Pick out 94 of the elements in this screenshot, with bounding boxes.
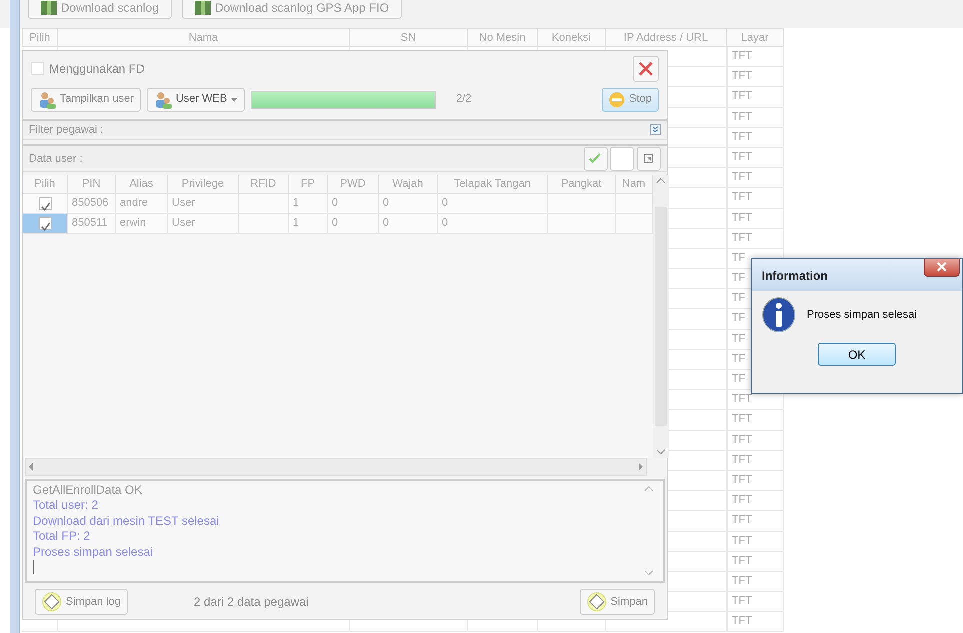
- table-cell: TFT: [727, 430, 784, 451]
- table-cell: TFT: [727, 67, 784, 88]
- table-cell: 0: [328, 214, 379, 234]
- table-cell: User: [168, 194, 239, 214]
- column-header: IP Address / URL: [606, 28, 727, 47]
- column-header: Layar: [727, 28, 784, 47]
- vertical-scrollbar[interactable]: [653, 175, 669, 458]
- user-web-dropdown[interactable]: User WEB: [146, 88, 246, 112]
- table-cell: TFT: [727, 108, 784, 128]
- expand-icon: [650, 124, 661, 136]
- progress-reading: 2/2: [456, 92, 473, 108]
- checkbox[interactable]: [38, 216, 52, 230]
- caret-icon: [231, 98, 238, 102]
- log-line: GetAllEnrollData OK: [33, 482, 144, 498]
- column-header: FP: [289, 175, 328, 194]
- table-cell: 0: [438, 194, 548, 214]
- table-cell: TFT: [727, 47, 784, 68]
- table-cell: TFT: [727, 168, 784, 188]
- table-cell: erwin: [116, 214, 168, 234]
- uncheck-all-button[interactable]: [610, 146, 634, 171]
- toolbar-button[interactable]: Download scanlog: [28, 0, 172, 19]
- table-cell: TFT: [727, 188, 784, 208]
- table-cell: 1: [289, 194, 328, 214]
- table-cell: TFT: [727, 470, 784, 492]
- table-cell: 0: [379, 214, 438, 234]
- table-cell: 850511: [68, 214, 116, 234]
- log-line: Proses simpan selesai: [33, 544, 154, 560]
- column-header: Telapak Tangan: [438, 175, 548, 194]
- table-cell: TFT: [727, 532, 784, 552]
- table-cell: User: [168, 214, 239, 234]
- data-user-label: Data user :: [29, 152, 83, 167]
- scroll-right-icon: [636, 462, 646, 472]
- column-header: Nama: [58, 28, 350, 47]
- floppy-icon: [42, 592, 62, 612]
- check-all-button[interactable]: [584, 146, 608, 171]
- close-icon: [638, 60, 654, 77]
- checkbox-label: Menggunakan FD: [50, 60, 145, 78]
- table-cell: TFT: [727, 228, 784, 249]
- text-cursor: [33, 560, 34, 574]
- column-header: PIN: [68, 175, 116, 194]
- checkbox[interactable]: [38, 196, 52, 210]
- log-line: Total user: 2: [33, 498, 100, 514]
- table-cell: TFT: [727, 450, 784, 471]
- check-icon: [40, 201, 50, 212]
- log-area[interactable]: GetAllEnrollData OK Total user: 2 Download dari mesin TEST selesai Total FP: 2 Proses simpan selesai: [25, 478, 665, 584]
- users-icon: [154, 90, 172, 109]
- download-icon: [195, 1, 212, 15]
- table-cell: TFT: [727, 148, 784, 168]
- column-header: PWD: [328, 175, 379, 194]
- table-cell: TFT: [727, 572, 784, 592]
- table-cell: TFT: [727, 612, 784, 632]
- filter-label: Filter pegawai :: [29, 122, 104, 138]
- table-cell: TFT: [727, 592, 784, 612]
- log-line: Download dari mesin TEST selesai: [33, 514, 220, 530]
- table-cell: TFT: [727, 208, 784, 229]
- dialog-message: Proses simpan selesai: [807, 308, 918, 323]
- table-cell: 0: [379, 194, 438, 214]
- close-button[interactable]: [924, 259, 960, 277]
- column-header: Nam: [616, 175, 653, 194]
- table-cell: 0: [328, 194, 379, 214]
- column-header: Pangkat: [548, 175, 616, 194]
- column-header: Privilege: [168, 175, 239, 194]
- table-cell: TFT: [727, 511, 784, 532]
- column-header: Koneksi: [538, 28, 606, 47]
- table-cell: TFT: [727, 552, 784, 572]
- invert-button[interactable]: [637, 146, 661, 171]
- table-cell: andre: [116, 194, 168, 214]
- table-cell: 850506: [68, 194, 116, 214]
- users-icon: [38, 90, 56, 109]
- column-header: Pilih: [22, 28, 58, 47]
- table-cell: 1: [289, 214, 328, 234]
- floppy-icon: [586, 592, 607, 612]
- ok-button[interactable]: OK: [818, 343, 896, 366]
- log-line: Total FP: 2: [33, 529, 92, 545]
- column-header: Pilih: [23, 175, 68, 194]
- table-cell: TFT: [727, 128, 784, 148]
- toolbar-button[interactable]: Download scanlog GPS App FIO: [182, 0, 402, 19]
- table-cell: TFT: [727, 491, 784, 512]
- table-cell: 0: [438, 214, 548, 234]
- stop-icon: [609, 92, 626, 108]
- table-cell: TFT: [727, 87, 784, 108]
- column-header: No Mesin: [468, 28, 538, 47]
- record-count: 2 dari 2 data pegawai: [194, 594, 310, 612]
- check-icon: [40, 221, 50, 232]
- column-header: RFID: [239, 175, 289, 194]
- download-icon: [41, 1, 57, 15]
- close-icon: [937, 262, 947, 272]
- table-cell: TFT: [727, 410, 784, 431]
- stop-button[interactable]: Stop: [602, 88, 659, 112]
- column-header: Wajah: [379, 175, 438, 194]
- horizontal-scrollbar[interactable]: [25, 458, 647, 476]
- column-header: Alias: [116, 175, 168, 194]
- column-header: SN: [350, 28, 468, 47]
- info-icon: [762, 297, 796, 333]
